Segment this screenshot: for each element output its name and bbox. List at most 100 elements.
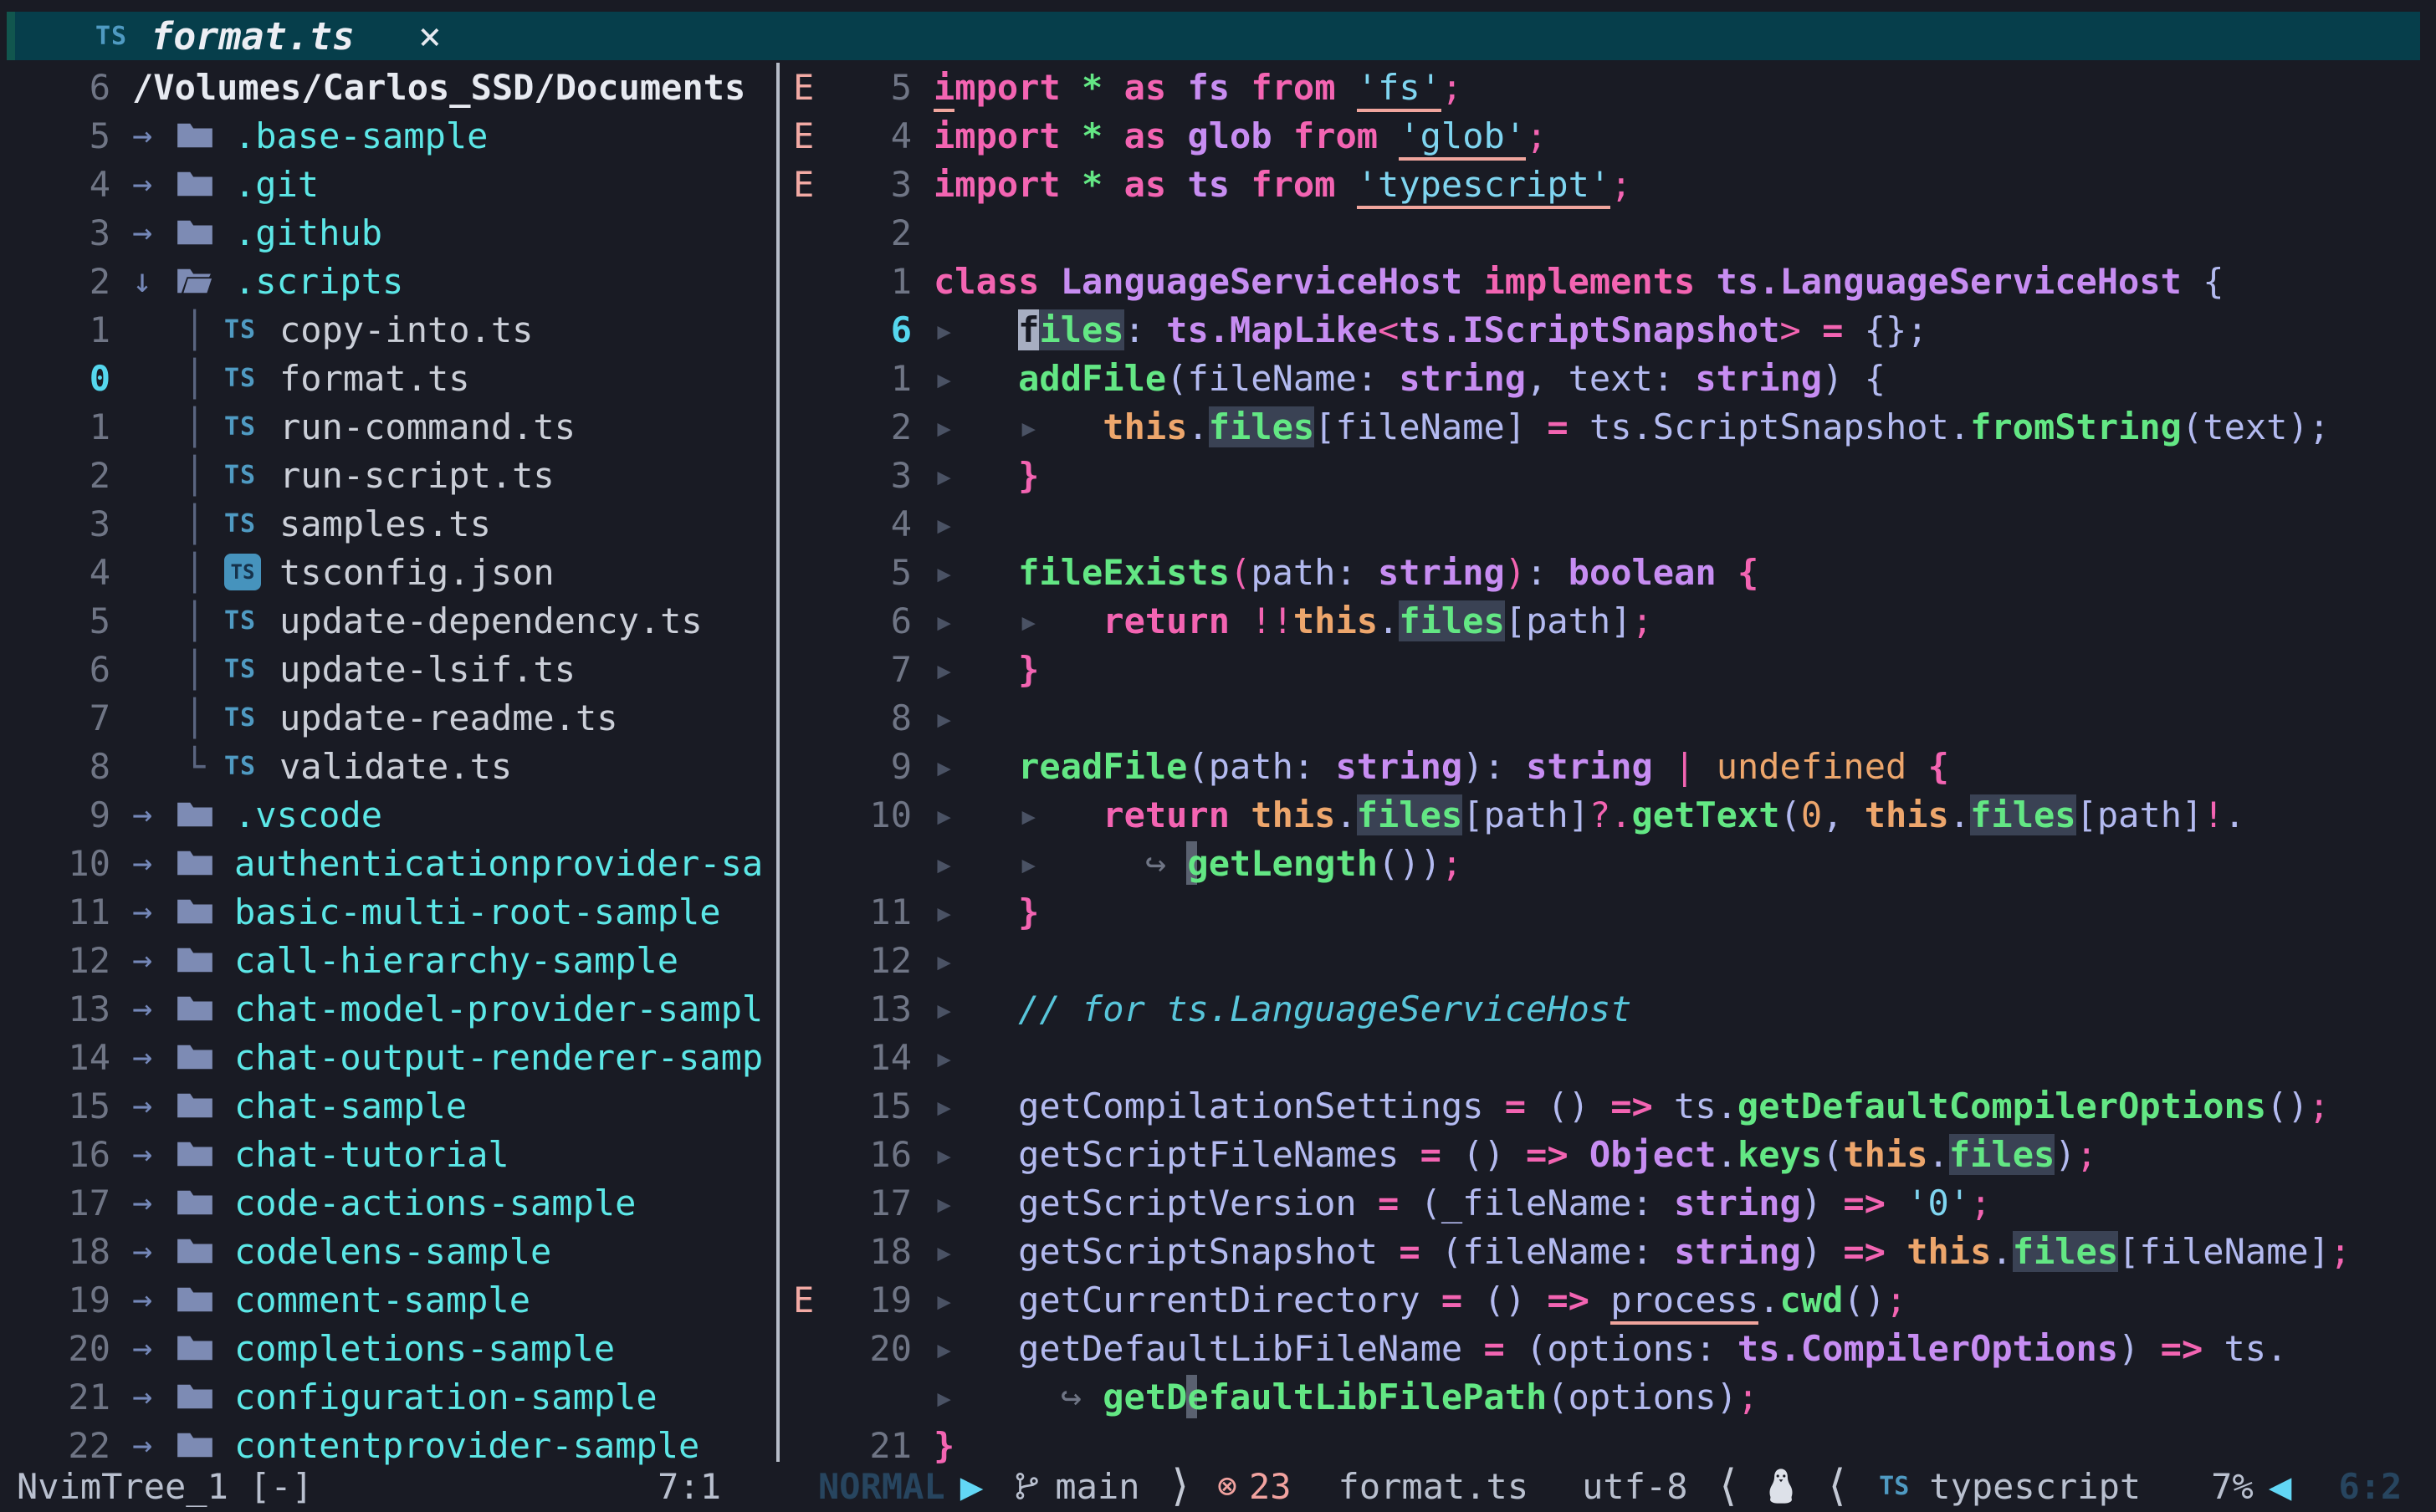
code-line[interactable]: E3import * as ts from 'typescript'; (781, 160, 2436, 208)
tree-item-comment-sample[interactable]: →comment-sample (132, 1280, 530, 1320)
chevron-closed-icon[interactable]: → (132, 213, 176, 252)
code-line[interactable]: 9▸readFile(path: string): string | undef… (781, 742, 2436, 790)
code-line[interactable]: 6▸files: ts.MapLike<ts.IScriptSnapshot> … (781, 305, 2436, 354)
tree-item-chat-sample[interactable]: →chat-sample (132, 1085, 467, 1126)
code-line[interactable]: 10▸▸return this.files[path]?.getText(0, … (781, 790, 2436, 839)
chevron-closed-icon[interactable]: → (132, 1280, 176, 1319)
chevron-closed-icon[interactable]: → (132, 1038, 176, 1076)
code-line[interactable]: 1class LanguageServiceHost implements ts… (781, 257, 2436, 305)
tree-item-samples.ts[interactable]: │TSsamples.ts (132, 503, 491, 544)
tree-item-validate.ts[interactable]: └TSvalidate.ts (132, 746, 512, 787)
chevron-closed-icon[interactable]: → (132, 116, 176, 155)
tree-item-.git[interactable]: →.git (132, 164, 319, 205)
chevron-closed-icon[interactable]: → (132, 892, 176, 931)
code-line[interactable]: 3▸} (781, 451, 2436, 499)
chevron-open-icon[interactable]: ↓ (132, 262, 176, 300)
code-line[interactable]: 4▸ (781, 499, 2436, 548)
code-line[interactable]: 16▸getScriptFileNames = () => Object.key… (781, 1130, 2436, 1178)
tab-format-ts[interactable]: TS format.ts × (15, 12, 442, 60)
chevron-closed-icon[interactable]: → (132, 795, 176, 834)
tree-item-basic-multi-root-sample[interactable]: →basic-multi-root-sample (132, 891, 721, 932)
chevron-closed-icon[interactable]: → (132, 1329, 176, 1367)
folder-icon (176, 848, 234, 878)
line-number: 11 (832, 891, 912, 932)
code-text: class LanguageServiceHost implements ts.… (934, 261, 2224, 302)
git-branch-name[interactable]: main (1055, 1466, 1139, 1507)
tree-item-update-lsif.ts[interactable]: │TSupdate-lsif.ts (132, 649, 576, 690)
chevron-closed-icon[interactable]: → (132, 165, 176, 203)
chevron-closed-icon[interactable]: → (132, 844, 176, 882)
chevron-closed-icon[interactable]: → (132, 989, 176, 1028)
code-line[interactable]: E5import * as fs from 'fs'; (781, 63, 2436, 111)
token: fileExists (1018, 552, 1230, 593)
code-line[interactable]: ▸↪getDefaultLibFilePath(options); (781, 1372, 2436, 1421)
code-line[interactable]: 14▸ (781, 1033, 2436, 1081)
tree-line-number: 6 (0, 67, 110, 108)
tree-item-codelens-sample[interactable]: →codelens-sample (132, 1231, 551, 1272)
window-separator[interactable] (776, 63, 780, 1462)
tree-item-run-command.ts[interactable]: │TSrun-command.ts (132, 406, 576, 447)
tree-item-chat-tutorial[interactable]: →chat-tutorial (132, 1134, 509, 1175)
chevron-closed-icon[interactable]: → (132, 1135, 176, 1173)
tree-item-.base-sample[interactable]: →.base-sample (132, 115, 488, 156)
code-line[interactable]: ▸▸↪getLength()); (781, 839, 2436, 887)
code-line[interactable]: E19▸getCurrentDirectory = () => process.… (781, 1275, 2436, 1324)
code-text: import * as fs from 'fs'; (934, 67, 1462, 108)
tree-line-number: 2 (0, 261, 110, 302)
token: import (934, 164, 1061, 205)
tree-item-.github[interactable]: →.github (132, 212, 382, 253)
chevron-closed-icon[interactable]: → (132, 941, 176, 979)
tree-row: 4 →.git (0, 160, 776, 208)
tree-item-contentprovider-sample[interactable]: →contentprovider-sample (132, 1425, 699, 1466)
token: files (1949, 1134, 2055, 1175)
close-icon[interactable]: × (418, 13, 442, 59)
tree-item-root[interactable]: /Volumes/Carlos_SSD/Documents (132, 67, 745, 108)
code-line[interactable]: 2 (781, 208, 2436, 257)
vim-mode: NORMAL (818, 1466, 945, 1507)
chevron-closed-icon[interactable]: → (132, 1086, 176, 1125)
tree-item-completions-sample[interactable]: →completions-sample (132, 1328, 615, 1369)
chevron-closed-icon[interactable]: → (132, 1377, 176, 1416)
indent-tab-marker: ▸ (934, 940, 1018, 981)
code-line[interactable]: 20▸getDefaultLibFileName = (options: ts.… (781, 1324, 2436, 1372)
token: ] (1610, 600, 1631, 641)
code-line[interactable]: 18▸getScriptSnapshot = (fileName: string… (781, 1227, 2436, 1275)
chevron-closed-icon[interactable]: → (132, 1183, 176, 1222)
code-line[interactable]: 11▸} (781, 887, 2436, 936)
code-line[interactable]: 13▸// for ts.LanguageServiceHost (781, 984, 2436, 1033)
code-line[interactable]: 15▸getCompilationSettings = () => ts.get… (781, 1081, 2436, 1130)
error-count[interactable]: 23 (1249, 1466, 1292, 1507)
code-line[interactable]: 6▸▸return !!this.files[path]; (781, 596, 2436, 645)
code-line[interactable]: 7▸} (781, 645, 2436, 693)
tree-item-.vscode[interactable]: →.vscode (132, 794, 382, 835)
tree-item-.scripts[interactable]: ↓.scripts (132, 261, 403, 302)
tree-line-number: 4 (0, 164, 110, 205)
tree-item-call-hierarchy-sample[interactable]: →call-hierarchy-sample (132, 940, 678, 981)
token: = (1822, 309, 1843, 350)
code-line[interactable]: 2▸▸this.files[fileName] = ts.ScriptSnaps… (781, 402, 2436, 451)
tree-item-update-dependency.ts[interactable]: │TSupdate-dependency.ts (132, 600, 703, 641)
tree-item-copy-into.ts[interactable]: │TScopy-into.ts (132, 309, 533, 350)
code-line[interactable]: 17▸getScriptVersion = (_fileName: string… (781, 1178, 2436, 1227)
chevron-closed-icon[interactable]: → (132, 1426, 176, 1464)
code-line[interactable]: 12▸ (781, 936, 2436, 984)
tree-item-chat-output-renderer-samp[interactable]: →chat-output-renderer-samp (132, 1037, 763, 1078)
tree-item-chat-model-provider-sampl[interactable]: →chat-model-provider-sampl (132, 988, 763, 1029)
token: files (2013, 1231, 2118, 1272)
code-line[interactable]: 1▸addFile(fileName: string, text: string… (781, 354, 2436, 402)
tree-item-tsconfig.json[interactable]: │TStsconfig.json (132, 552, 555, 593)
code-line[interactable]: 5▸fileExists(path: string): boolean { (781, 548, 2436, 596)
code-line[interactable]: E4import * as glob from 'glob'; (781, 111, 2436, 160)
code-line[interactable]: 8▸ (781, 693, 2436, 742)
chevron-closed-icon[interactable]: → (132, 1232, 176, 1270)
tree-item-configuration-sample[interactable]: →configuration-sample (132, 1377, 658, 1418)
tree-item-format.ts[interactable]: │TSformat.ts (132, 358, 470, 399)
tree-item-code-actions-sample[interactable]: →code-actions-sample (132, 1183, 636, 1223)
token: as (1103, 115, 1166, 156)
tree-item-run-script.ts[interactable]: │TSrun-script.ts (132, 455, 555, 496)
tree-item-update-readme.ts[interactable]: │TSupdate-readme.ts (132, 697, 618, 738)
tree-item-authenticationprovider-sa[interactable]: →authenticationprovider-sa (132, 843, 763, 884)
folder-icon (176, 1430, 234, 1460)
token: text (1547, 358, 1652, 399)
token: getScriptVersion (1018, 1183, 1357, 1223)
